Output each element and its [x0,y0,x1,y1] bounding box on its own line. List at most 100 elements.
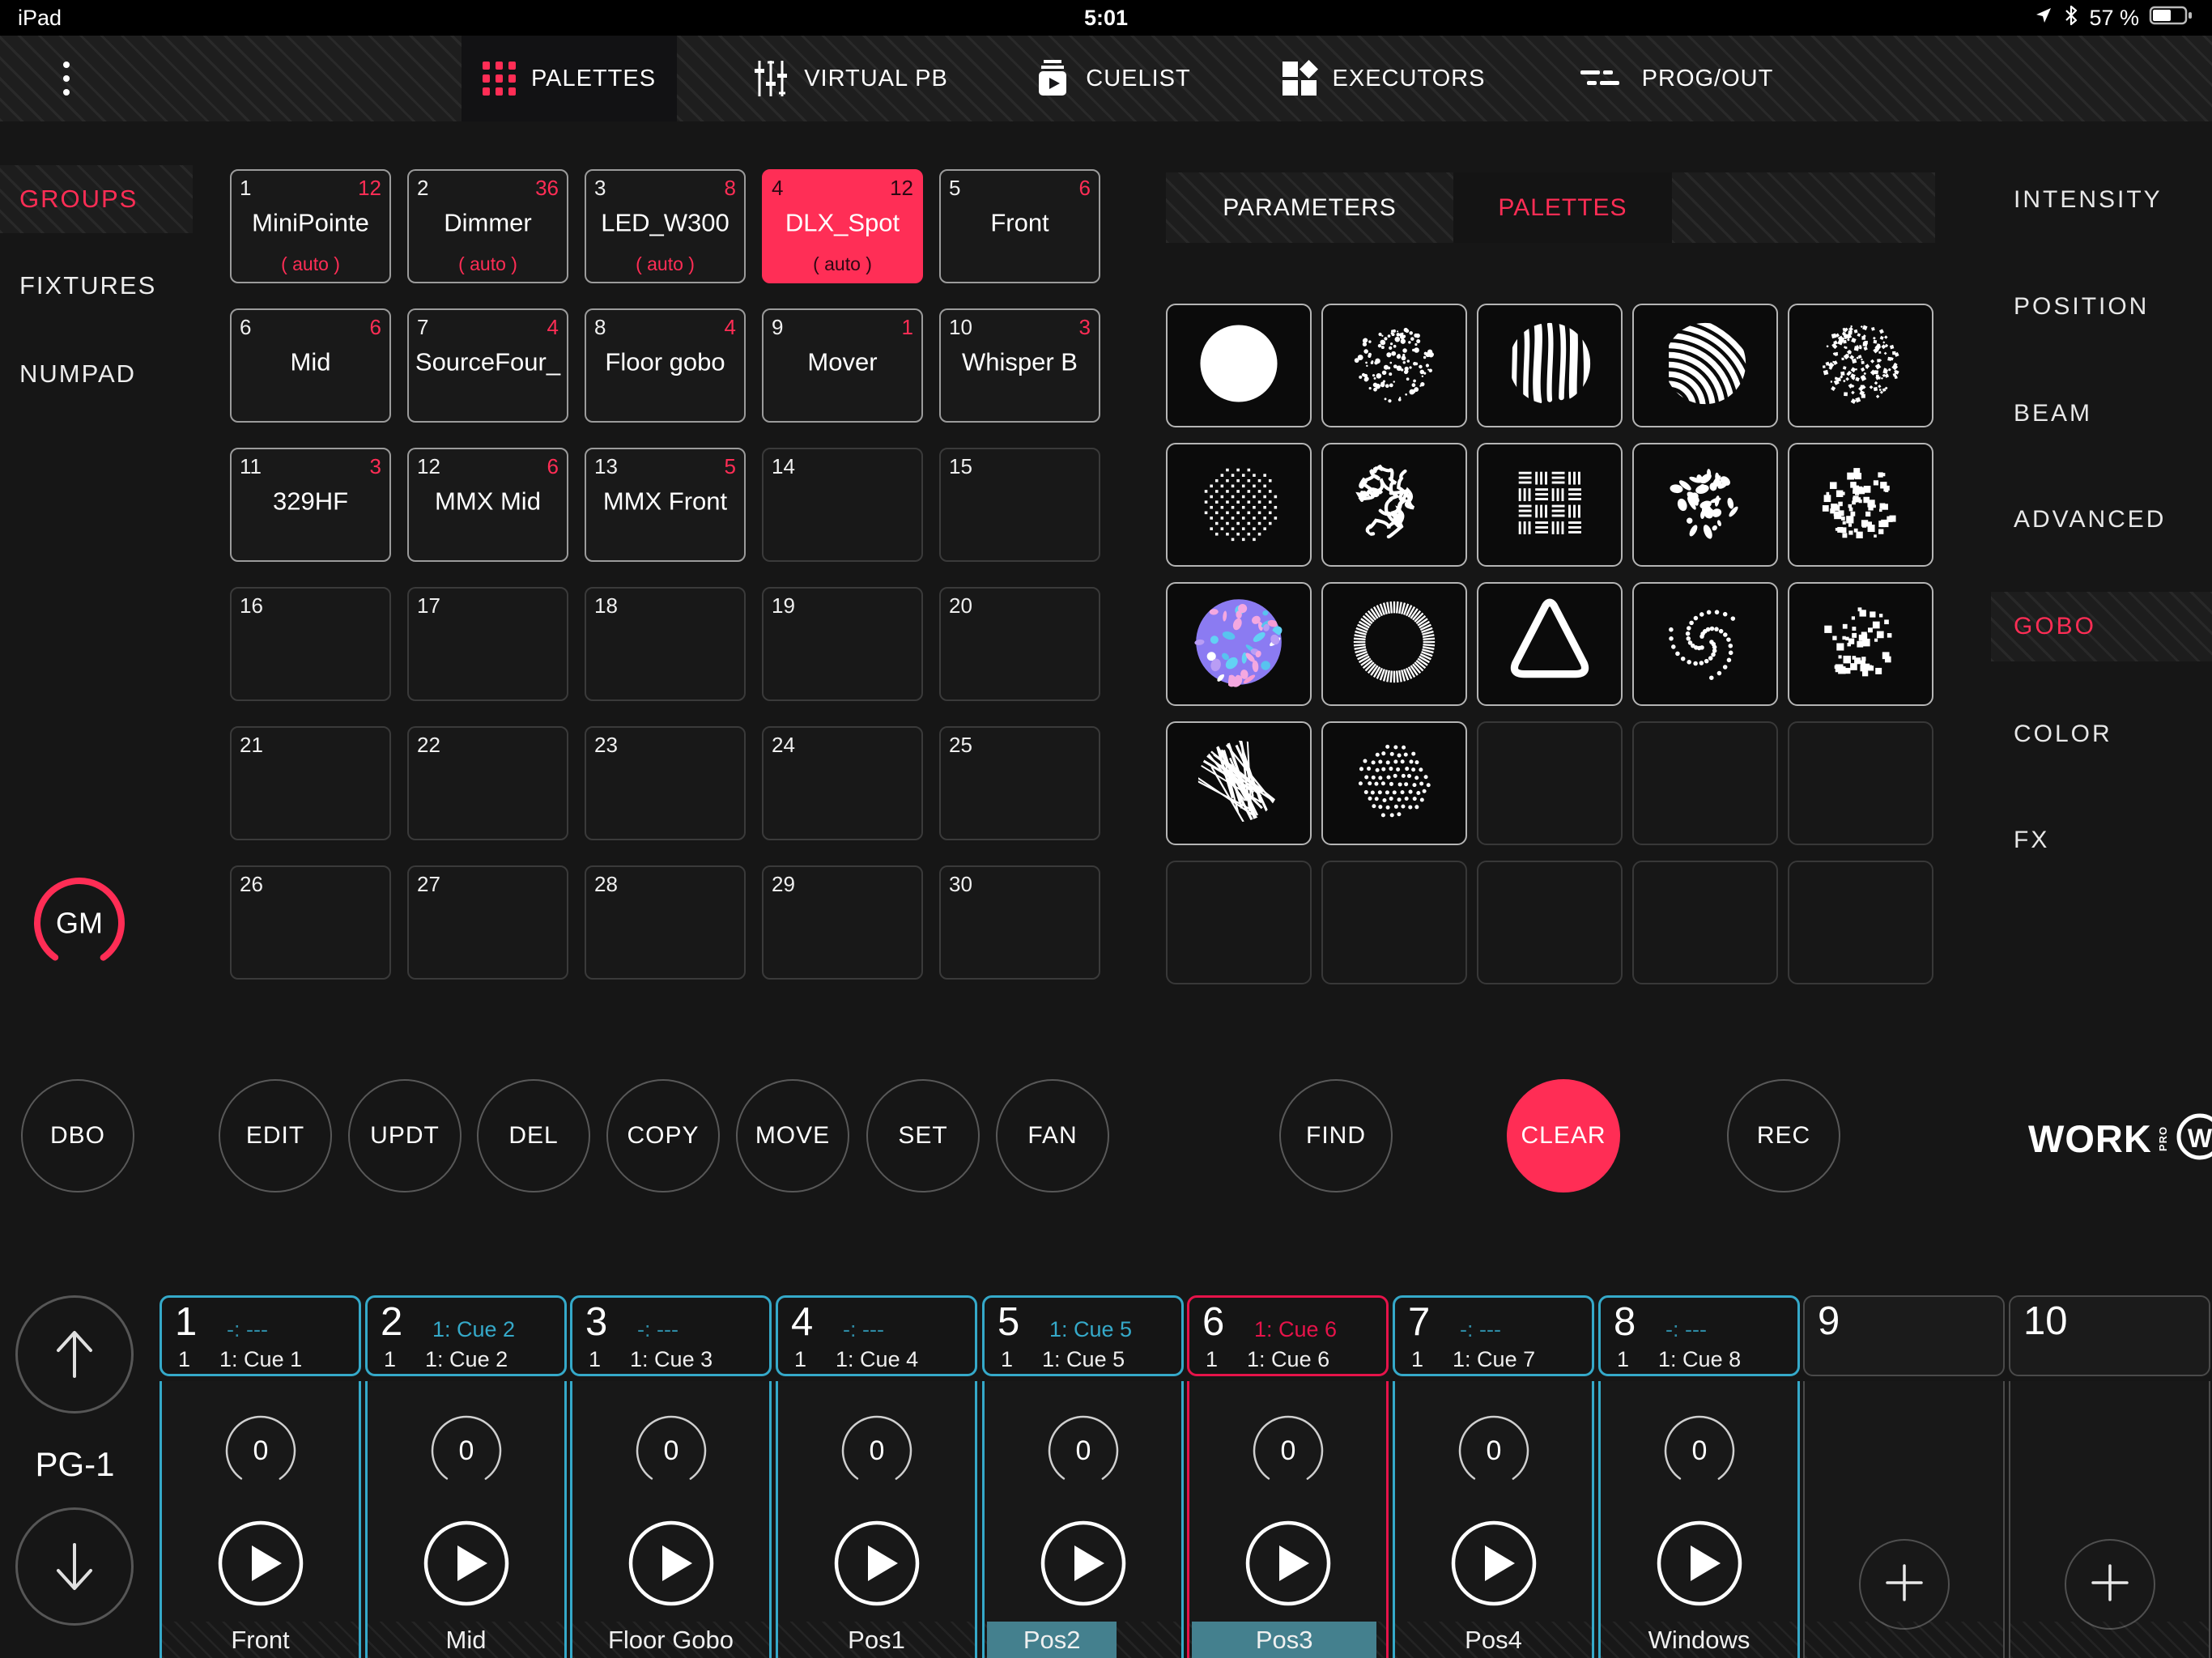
group-cell-26[interactable]: 26 [230,865,391,980]
group-cell-11[interactable]: 113329HF [230,448,391,562]
group-cell-27[interactable]: 27 [407,865,568,980]
gobo-swatch-scatter-blobs[interactable] [1632,443,1778,567]
palette-tab-palettes[interactable]: PALETTES [1453,172,1672,243]
gobo-swatch-empty[interactable] [1632,861,1778,984]
play-button[interactable] [1244,1519,1333,1612]
gobo-swatch-empty[interactable] [1788,861,1933,984]
group-cell-24[interactable]: 24 [762,726,923,840]
group-cell-5[interactable]: 56Front [939,169,1100,283]
gobo-swatch-open-circle[interactable] [1166,304,1312,427]
gobo-swatch-curved-fan[interactable] [1632,304,1778,427]
gobo-swatch-radial-ring[interactable] [1321,582,1467,706]
playback-knob[interactable]: 0 [1453,1410,1534,1495]
playback-knob[interactable]: 0 [836,1410,917,1495]
tab-executors[interactable]: EXECUTORS [1260,36,1506,121]
page-down-button[interactable] [15,1507,134,1626]
action-fan-button[interactable]: FAN [996,1079,1109,1192]
playback-header[interactable]: 7-: ---11: Cue 7 [1393,1295,1594,1376]
add-playback-button[interactable] [1859,1539,1950,1630]
playback-header[interactable]: 51: Cue 511: Cue 5 [982,1295,1184,1376]
sidebar-item-numpad[interactable]: NUMPAD [0,340,193,408]
action-dbo-button[interactable]: DBO [21,1079,134,1192]
group-cell-22[interactable]: 22 [407,726,568,840]
kebab-menu-icon[interactable] [42,36,91,121]
gobo-swatch-empty[interactable] [1788,721,1933,845]
palette-tab-parameters[interactable]: PARAMETERS [1166,172,1453,243]
action-del-button[interactable]: DEL [477,1079,590,1192]
parameter-category-color[interactable]: COLOR [1991,699,2212,769]
playback-header-empty[interactable]: 10 [2009,1295,2210,1376]
group-cell-23[interactable]: 23 [585,726,746,840]
gobo-swatch-empty[interactable] [1632,721,1778,845]
parameter-category-intensity[interactable]: INTENSITY [1991,165,2212,235]
sidebar-item-fixtures[interactable]: FIXTURES [0,252,193,320]
playback-knob[interactable]: 0 [426,1410,507,1495]
action-updt-button[interactable]: UPDT [348,1079,462,1192]
gobo-swatch-line-bundle[interactable] [1166,721,1312,845]
playback-knob[interactable]: 0 [1659,1410,1740,1495]
grand-master-knob[interactable]: GM [29,873,130,973]
action-clear-button[interactable]: CLEAR [1507,1079,1620,1192]
gobo-swatch-maze-lines[interactable] [1321,443,1467,567]
play-button[interactable] [216,1519,305,1612]
group-cell-30[interactable]: 30 [939,865,1100,980]
tab-palettes[interactable]: PALETTES [462,36,677,121]
action-copy-button[interactable]: COPY [606,1079,720,1192]
action-set-button[interactable]: SET [866,1079,980,1192]
group-cell-3[interactable]: 38LED_W300( auto ) [585,169,746,283]
tab-virtual-pb[interactable]: VIRTUAL PB [719,36,981,121]
group-cell-2[interactable]: 236Dimmer( auto ) [407,169,568,283]
play-button[interactable] [1449,1519,1538,1612]
group-cell-9[interactable]: 91Mover [762,308,923,423]
group-cell-21[interactable]: 21 [230,726,391,840]
group-cell-29[interactable]: 29 [762,865,923,980]
group-cell-19[interactable]: 19 [762,587,923,701]
group-cell-18[interactable]: 18 [585,587,746,701]
group-cell-20[interactable]: 20 [939,587,1100,701]
group-cell-7[interactable]: 74SourceFour_ [407,308,568,423]
playback-header[interactable]: 8-: ---11: Cue 8 [1598,1295,1800,1376]
gobo-swatch-empty[interactable] [1477,721,1623,845]
group-cell-6[interactable]: 66Mid [230,308,391,423]
playback-knob[interactable]: 0 [1248,1410,1329,1495]
group-cell-28[interactable]: 28 [585,865,746,980]
gobo-swatch-mesh-dots[interactable] [1166,443,1312,567]
parameter-category-gobo[interactable]: GOBO [1991,592,2212,661]
gobo-swatch-basket-weave[interactable] [1477,443,1623,567]
gobo-swatch-triangle-outline[interactable] [1477,582,1623,706]
gobo-swatch-dense-speckle[interactable] [1788,304,1933,427]
playback-knob[interactable]: 0 [220,1410,301,1495]
playback-header[interactable]: 61: Cue 611: Cue 6 [1187,1295,1389,1376]
gobo-swatch-empty[interactable] [1321,861,1467,984]
tab-prog-out[interactable]: PROG/OUT [1551,36,1802,121]
playback-header[interactable]: 1-: ---11: Cue 1 [160,1295,361,1376]
playback-knob[interactable]: 0 [1043,1410,1124,1495]
group-cell-13[interactable]: 135MMX Front [585,448,746,562]
group-cell-16[interactable]: 16 [230,587,391,701]
action-move-button[interactable]: MOVE [736,1079,849,1192]
play-button[interactable] [1039,1519,1128,1612]
play-button[interactable] [422,1519,511,1612]
gobo-swatch-vertical-streaks[interactable] [1477,304,1623,427]
sidebar-item-groups[interactable]: GROUPS [0,165,193,233]
group-cell-17[interactable]: 17 [407,587,568,701]
group-cell-25[interactable]: 25 [939,726,1100,840]
gobo-swatch-triskelion-dots[interactable] [1632,582,1778,706]
playback-header[interactable]: 4-: ---11: Cue 4 [776,1295,977,1376]
playback-header[interactable]: 21: Cue 211: Cue 2 [365,1295,567,1376]
playback-knob[interactable]: 0 [631,1410,712,1495]
action-rec-button[interactable]: REC [1727,1079,1840,1192]
action-edit-button[interactable]: EDIT [219,1079,332,1192]
action-find-button[interactable]: FIND [1279,1079,1393,1192]
playback-header[interactable]: 3-: ---11: Cue 3 [570,1295,772,1376]
group-cell-4[interactable]: 412DLX_Spot( auto ) [762,169,923,283]
gobo-swatch-empty[interactable] [1477,861,1623,984]
parameter-category-advanced[interactable]: ADVANCED [1991,485,2212,555]
gobo-swatch-pixel-scatter[interactable] [1788,582,1933,706]
group-cell-12[interactable]: 126MMX Mid [407,448,568,562]
play-button[interactable] [832,1519,921,1612]
tab-cuelist[interactable]: CUELIST [1002,36,1223,121]
gobo-swatch-dichroic-color[interactable] [1166,582,1312,706]
playback-header-empty[interactable]: 9 [1803,1295,2005,1376]
group-cell-1[interactable]: 112MiniPointe( auto ) [230,169,391,283]
